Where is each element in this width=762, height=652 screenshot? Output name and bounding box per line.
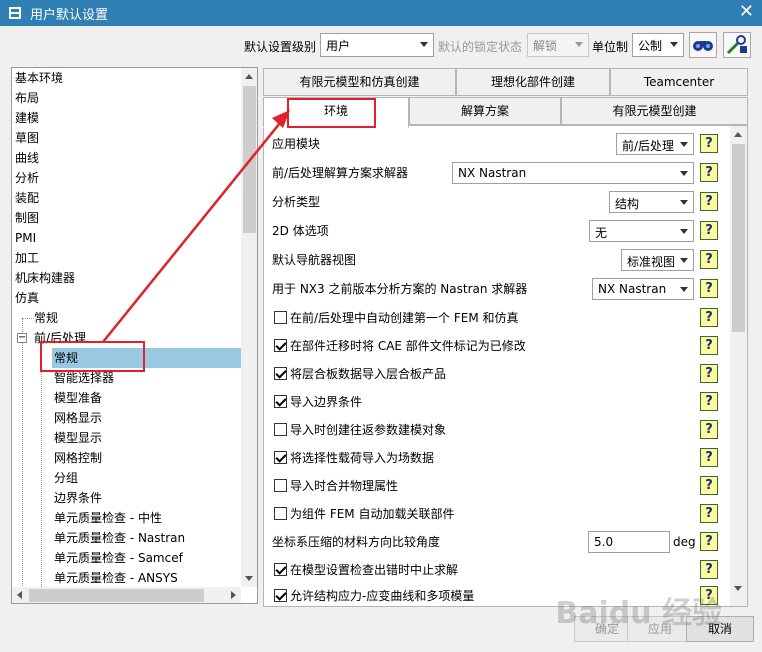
annotation-arrow-icon	[102, 110, 290, 343]
